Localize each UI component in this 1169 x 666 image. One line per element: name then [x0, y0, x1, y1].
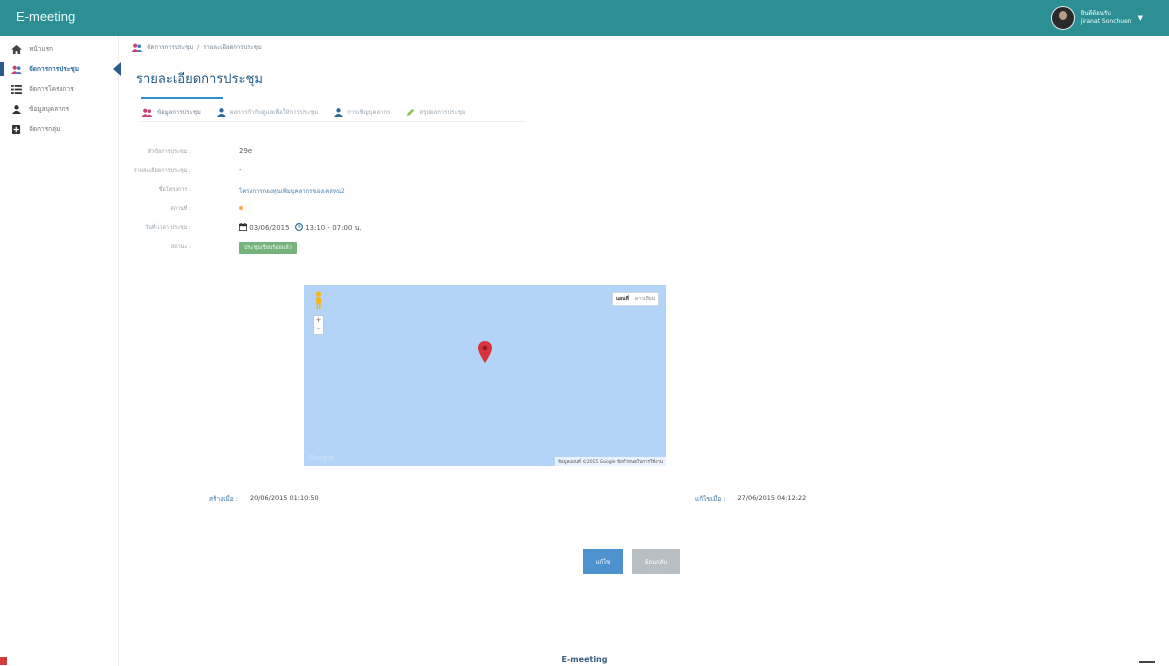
corner-line — [1139, 661, 1155, 663]
tab-meeting-info[interactable]: ข้อมูลการประชุม — [141, 107, 201, 117]
google-logo: Google — [309, 454, 334, 462]
caret-down-icon[interactable]: ▼ — [1138, 14, 1143, 22]
sidebar-item-label: ข้อมูลบุคลากร — [29, 105, 70, 113]
modified-value: 27/06/2015 04:12:22 — [737, 494, 807, 502]
detail-label: ชื่อโครงการ : — [158, 187, 191, 193]
tab-label: ผลการกำกับดูแลเพื่อให้การประชุม — [229, 109, 319, 116]
main-content: จัดการการประชุม / รายละเอียดการประชุม รา… — [119, 36, 1169, 666]
sidebar-item-meetings[interactable]: จัดการการประชุม — [0, 59, 121, 79]
top-bar: E-meeting ยินดีต้อนรับ jiranat Sonchuen … — [0, 0, 1169, 36]
location-marker — [239, 204, 243, 212]
location-map[interactable]: + - แผนที่ ดาวเทียม Google ข้อมูลแผนที่ … — [304, 285, 666, 466]
user-names: ยินดีต้อนรับ jiranat Sonchuen — [1081, 10, 1132, 26]
tab-summary[interactable]: สรุปผลการประชุม — [406, 107, 466, 117]
people-icon — [141, 108, 153, 117]
modified-info: แก้ไขเมื่อ : 27/06/2015 04:12:22 — [695, 494, 806, 504]
zoom-in-button[interactable]: + — [314, 316, 323, 325]
user-menu[interactable]: ยินดีต้อนรับ jiranat Sonchuen ▼ — [1050, 6, 1143, 30]
tab-invite[interactable]: การเชิญบุคลากร — [334, 107, 390, 117]
created-value: 20/06/2015 01:10:50 — [249, 494, 319, 502]
map-credit[interactable]: ข้อมูลแผนที่ ©2015 Google ข้อกำหนดในการใ… — [554, 457, 666, 466]
tab-divider — [141, 121, 525, 122]
map-pin-icon[interactable] — [478, 341, 492, 363]
created-info: สร้างเมื่อ : 20/06/2015 01:10:50 — [209, 494, 319, 504]
sidebar-item-home[interactable]: หน้าแรก — [0, 39, 118, 59]
sidebar-item-label: จัดการการประชุม — [29, 65, 79, 73]
meeting-time: 13:10 - 07:00 น. — [305, 224, 362, 232]
location-dot-icon — [239, 206, 243, 210]
breadcrumb-current: รายละเอียดการประชุม — [203, 44, 262, 51]
tab-governance[interactable]: ผลการกำกับดูแลเพื่อให้การประชุม — [216, 107, 319, 117]
detail-label: สถานะ : — [170, 244, 191, 250]
tab-label: การเชิญบุคลากร — [347, 109, 391, 116]
map-type-map-button[interactable]: แผนที่ — [613, 293, 632, 305]
people-icon — [131, 43, 143, 52]
detail-value: 29e — [239, 147, 253, 155]
sidebar-item-projects[interactable]: จัดการโครงการ — [0, 79, 118, 99]
app-title[interactable]: E-meeting — [16, 9, 75, 24]
sidebar-item-label: จัดการโครงการ — [29, 85, 74, 93]
sidebar: หน้าแรก จัดการการประชุม จัดการโครงการ ข้… — [0, 36, 121, 666]
map-zoom-control[interactable]: + - — [313, 315, 324, 335]
breadcrumb: จัดการการประชุม / รายละเอียดการประชุม — [131, 42, 262, 52]
project-link[interactable]: โครงการกองทุนเพิ่มบุคลากรของเคสหน2 — [239, 186, 345, 196]
zoom-out-button[interactable]: - — [314, 325, 323, 334]
user-icon — [216, 107, 226, 117]
avatar[interactable] — [1050, 6, 1075, 30]
user-greeting: ยินดีต้อนรับ — [1080, 10, 1111, 17]
sidebar-item-groups[interactable]: จัดการกลุ่ม — [0, 119, 118, 139]
edit-button[interactable]: แก้ไข — [583, 549, 623, 574]
meeting-date: 03/06/2015 — [249, 224, 290, 232]
status-value: ประชุมเรียบร้อยแล้ว — [239, 242, 297, 254]
user-name: jiranat Sonchuen — [1080, 18, 1132, 25]
detail-label: หัวข้อการประชุม : — [147, 149, 191, 155]
tab-label: สรุปผลการประชุม — [419, 109, 466, 116]
detail-value: - — [239, 166, 242, 174]
detail-label: วันที่-เวลา ประชุม : — [145, 225, 191, 231]
sidebar-item-label: หน้าแรก — [29, 45, 53, 53]
plus-box-icon — [12, 124, 21, 134]
tab-label: ข้อมูลการประชุม — [157, 109, 201, 116]
breadcrumb-separator: / — [197, 43, 200, 51]
pegman-icon[interactable] — [313, 291, 324, 309]
sidebar-item-personnel[interactable]: ข้อมูลบุคลากร — [0, 99, 118, 119]
active-tab-indicator — [141, 97, 223, 99]
page-title: รายละเอียดการประชุม — [136, 72, 263, 87]
list-icon — [11, 84, 22, 94]
status-badge: ประชุมเรียบร้อยแล้ว — [239, 242, 297, 254]
created-label: สร้างเมื่อ : — [209, 495, 238, 503]
footer: E-meeting — [561, 655, 608, 664]
map-type-satellite-button[interactable]: ดาวเทียม — [632, 293, 658, 305]
modified-label: แก้ไขเมื่อ : — [695, 495, 726, 503]
breadcrumb-parent[interactable]: จัดการการประชุม — [147, 42, 193, 52]
corner-mark — [0, 657, 7, 665]
detail-label: รายละเอียดการประชุม : — [133, 168, 191, 174]
user-icon — [12, 104, 21, 114]
datetime-value: 03/06/2015 13:10 - 07:00 น. — [239, 223, 362, 234]
pencil-icon — [407, 108, 415, 116]
calendar-icon — [239, 223, 247, 231]
people-icon — [11, 65, 22, 74]
user-icon — [334, 107, 344, 117]
sidebar-item-label: จัดการกลุ่ม — [29, 125, 61, 133]
tab-bar: ข้อมูลการประชุม ผลการกำกับดูแลเพื่อให้กา… — [141, 103, 466, 121]
map-type-control[interactable]: แผนที่ ดาวเทียม — [612, 292, 659, 306]
clock-icon — [294, 223, 303, 231]
back-button[interactable]: ย้อนกลับ — [632, 549, 680, 574]
home-icon — [11, 44, 22, 54]
detail-label: สถานที่ : — [170, 206, 191, 212]
